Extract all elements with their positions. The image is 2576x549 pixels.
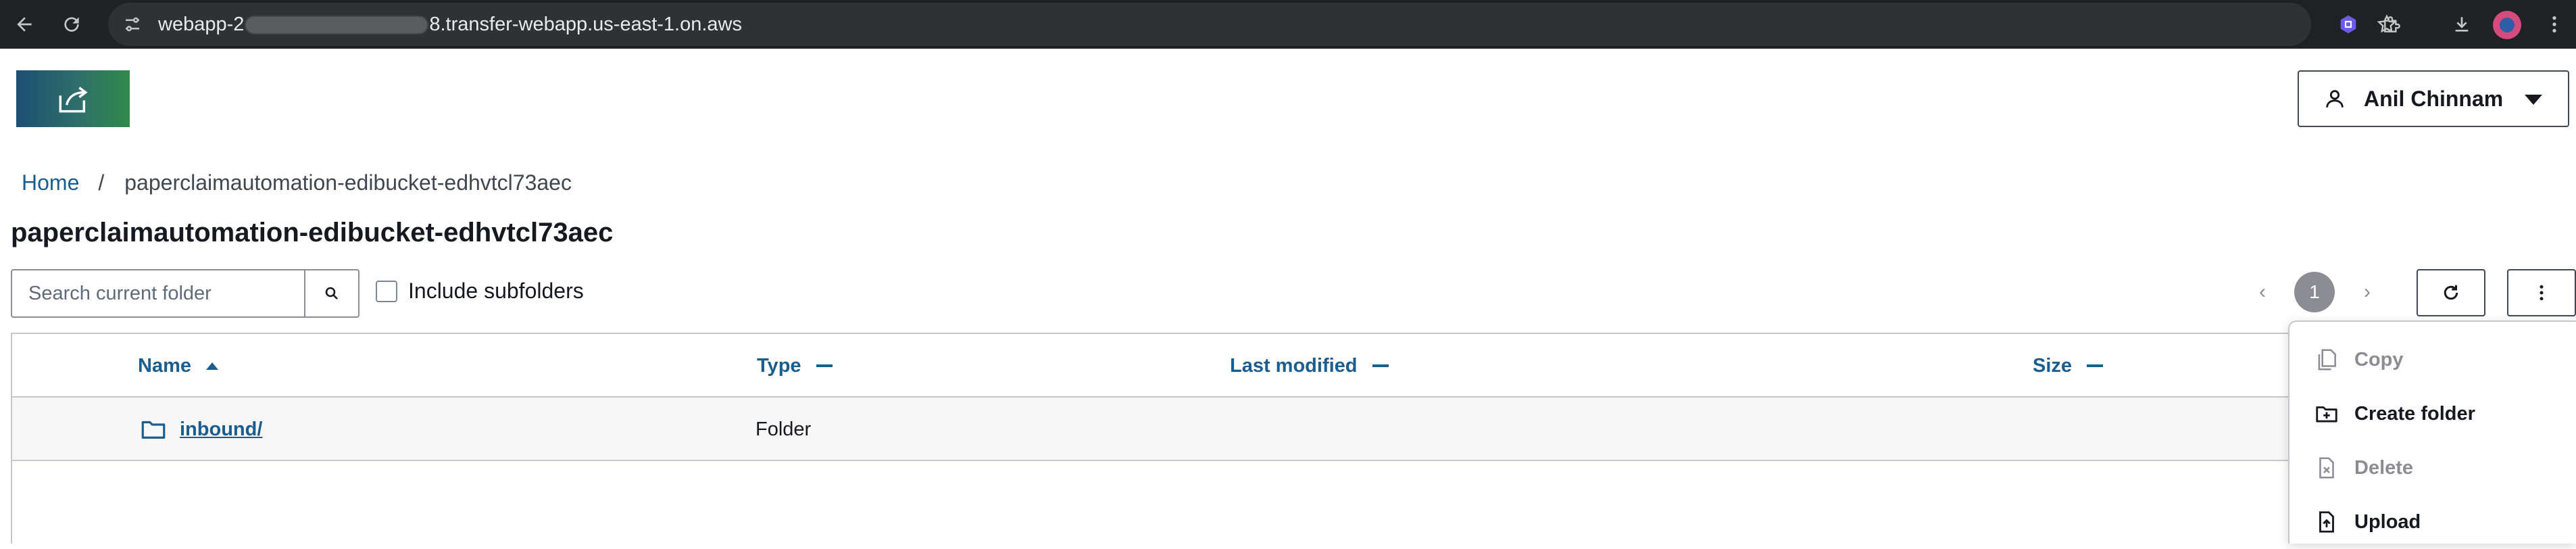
column-header-size[interactable]: Size [2033,334,2104,398]
folder-icon [139,414,169,444]
address-bar[interactable]: webapp-2 8.transfer-webapp.us-east-1.on.a… [108,3,2397,46]
menu-item-label: Create folder [2354,402,2475,425]
menu-item-label: Delete [2354,456,2414,479]
menu-item-copy[interactable]: Copy [2289,333,2576,387]
actions-dropdown-menu: Copy Create folder Delete Upload [2288,320,2576,544]
breadcrumb-current: paperclaimautomation-edibucket-edhvtcl73… [124,170,572,195]
file-delete-icon [2312,454,2341,482]
current-page-number[interactable]: 1 [2294,272,2335,312]
browser-profile-avatar[interactable] [2493,11,2521,39]
table-header: Name Type Last modified Size [12,334,2576,398]
app-logo [16,70,130,127]
extensions-puzzle-icon[interactable] [2373,5,2411,43]
objects-table: Name Type Last modified Size inbound/ Fo… [11,333,2576,544]
sort-none-icon [2087,364,2104,367]
column-header-name[interactable]: Name [138,334,218,398]
row-name-cell: inbound/ [139,398,262,461]
sort-ascending-icon [206,362,218,370]
user-icon [2322,86,2348,112]
url-prefix: webapp-2 [158,14,245,35]
menu-item-label: Upload [2354,510,2421,533]
url-suffix: 8.transfer-webapp.us-east-1.on.aws [429,14,743,35]
back-arrow-icon[interactable] [5,5,43,43]
refresh-button[interactable] [2417,269,2485,316]
search-input[interactable] [11,269,305,318]
sort-none-icon [816,364,833,367]
caret-down-icon [2525,95,2542,105]
transfer-logo-icon [59,87,88,113]
redacted-segment [245,16,428,34]
column-header-label: Name [138,354,191,377]
site-info-icon[interactable] [120,12,145,37]
reload-icon[interactable] [53,5,91,43]
vertical-ellipsis-icon [2540,285,2544,301]
column-header-type[interactable]: Type [757,334,833,398]
user-menu-button[interactable]: Anil Chinnam [2298,70,2569,127]
breadcrumb-home-link[interactable]: Home [22,170,79,195]
search-icon [325,287,338,300]
sort-none-icon [1372,364,1389,367]
url-text: webapp-2 8.transfer-webapp.us-east-1.on.a… [158,3,742,46]
page-title: paperclaimautomation-edibucket-edhvtcl73… [11,218,614,247]
search-button[interactable] [304,269,360,318]
breadcrumb: Home / paperclaimautomation-edibucket-ed… [22,170,572,195]
row-type-cell: Folder [756,418,812,440]
breadcrumb-separator: / [98,170,105,195]
upload-icon [2312,508,2341,536]
menu-item-create-folder[interactable]: Create folder [2289,387,2576,441]
menu-item-delete[interactable]: Delete [2289,441,2576,495]
browser-menu-icon[interactable] [2535,5,2573,43]
copy-icon [2312,345,2341,374]
column-header-last-modified[interactable]: Last modified [1230,334,1389,398]
include-subfolders-label[interactable]: Include subfolders [408,279,584,304]
include-subfolders-checkbox[interactable] [376,280,397,302]
refresh-icon [2444,285,2458,300]
extension-hexagon-icon[interactable] [2329,5,2367,43]
column-header-label: Size [2033,354,2073,377]
menu-item-label: Copy [2354,348,2404,371]
folder-plus-icon [2312,400,2341,428]
menu-item-upload[interactable]: Upload [2289,495,2576,549]
column-header-label: Last modified [1230,354,1358,377]
user-name: Anil Chinnam [2364,86,2504,111]
browser-toolbar: webapp-2 8.transfer-webapp.us-east-1.on.a… [0,0,2576,49]
table-row[interactable]: inbound/ Folder [12,398,2576,461]
next-page-button[interactable]: › [2354,279,2381,306]
column-header-label: Type [757,354,801,377]
folder-link[interactable]: inbound/ [180,419,262,441]
previous-page-button[interactable]: ‹ [2249,279,2276,306]
download-icon[interactable] [2443,5,2481,43]
include-subfolders-toggle: Include subfolders [376,279,584,304]
more-actions-button[interactable] [2507,269,2576,316]
